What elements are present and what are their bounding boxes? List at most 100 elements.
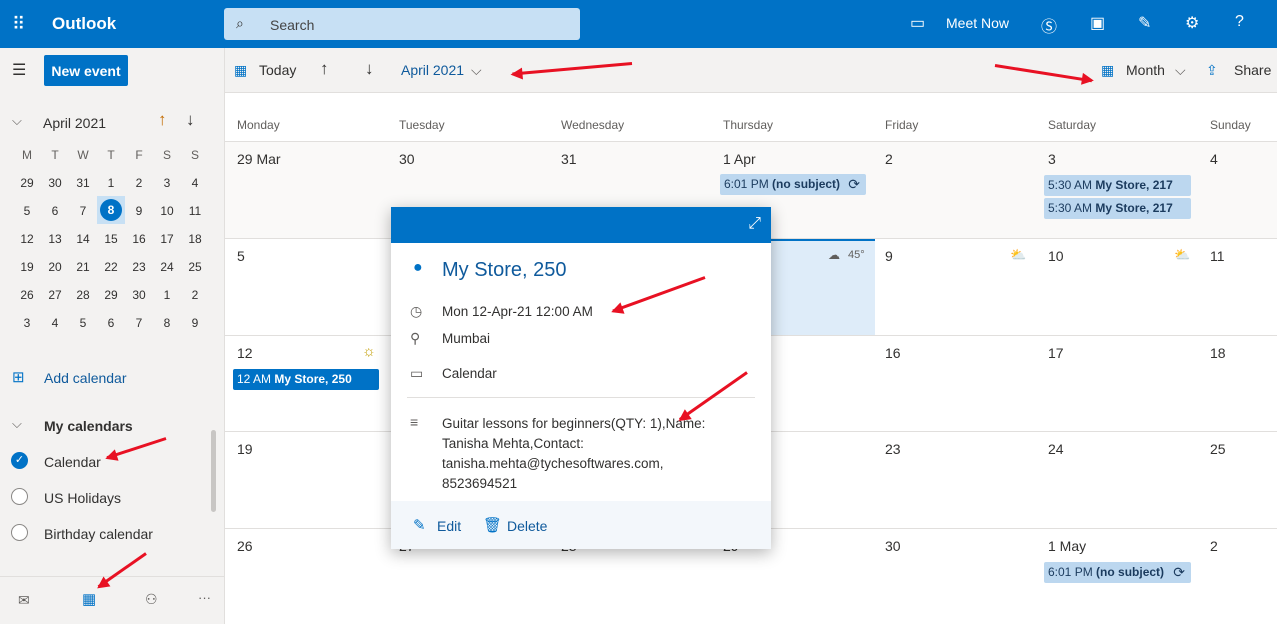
day-number[interactable]: 30 xyxy=(885,538,901,554)
calendar-module-icon[interactable]: ▦ xyxy=(82,590,96,608)
mail-icon[interactable]: ✉ xyxy=(18,592,30,609)
day-number[interactable]: 17 xyxy=(1048,345,1064,361)
today-button[interactable]: Today xyxy=(259,62,296,78)
day-number[interactable]: 31 xyxy=(561,151,577,167)
mini-day[interactable]: 11 xyxy=(181,204,209,218)
previous-icon[interactable]: ↑ xyxy=(320,59,329,79)
mini-day[interactable]: 23 xyxy=(125,260,153,274)
edit-button[interactable]: Edit xyxy=(437,518,461,534)
mini-day[interactable]: 13 xyxy=(41,232,69,246)
expand-icon[interactable]: ⤢ xyxy=(748,215,761,233)
mini-day[interactable]: 27 xyxy=(41,288,69,302)
mini-day[interactable]: 28 xyxy=(69,288,97,302)
share-button[interactable]: Share xyxy=(1234,62,1271,78)
day-number[interactable]: 30 xyxy=(399,151,415,167)
day-number[interactable]: 19 xyxy=(237,441,253,457)
people-icon[interactable]: ⚇ xyxy=(145,591,158,608)
calendar-checkbox[interactable]: ✓ xyxy=(11,452,28,469)
mini-day[interactable]: 9 xyxy=(181,316,209,330)
day-number[interactable]: 2 xyxy=(1210,538,1218,554)
calendar-event[interactable]: 6:01 PM (no subject) ⟳ xyxy=(720,174,866,195)
mini-day[interactable]: 3 xyxy=(153,176,181,190)
us-holidays-checkbox[interactable] xyxy=(11,488,28,505)
calendar-event[interactable]: 5:30 AM My Store, 217 xyxy=(1044,198,1191,219)
day-number[interactable]: 26 xyxy=(237,538,253,554)
mini-day[interactable]: 25 xyxy=(181,260,209,274)
mini-day[interactable]: 7 xyxy=(125,316,153,330)
chevron-down-icon[interactable]: ⌵ xyxy=(1175,62,1186,79)
mini-day[interactable]: 29 xyxy=(13,176,41,190)
day-number[interactable]: 23 xyxy=(885,441,901,457)
mini-day[interactable]: 20 xyxy=(41,260,69,274)
calendar-item-us-holidays[interactable]: US Holidays xyxy=(44,490,121,506)
mini-day[interactable]: 30 xyxy=(41,176,69,190)
delete-button[interactable]: Delete xyxy=(507,518,547,534)
mini-day[interactable]: 21 xyxy=(69,260,97,274)
skype-icon[interactable]: Ⓢ xyxy=(1041,13,1057,37)
mini-day[interactable]: 18 xyxy=(181,232,209,246)
my-day-icon[interactable]: ✎ xyxy=(1138,13,1151,33)
more-apps-icon[interactable]: ··· xyxy=(198,590,211,605)
calendar-event[interactable]: 5:30 AM My Store, 217 xyxy=(1044,175,1191,196)
mini-day[interactable]: 15 xyxy=(97,232,125,246)
day-number[interactable]: 24 xyxy=(1048,441,1064,457)
meet-now-button[interactable]: Meet Now xyxy=(946,15,1009,31)
mini-day[interactable]: 31 xyxy=(69,176,97,190)
help-icon[interactable]: ? xyxy=(1235,13,1244,31)
mini-day[interactable]: 14 xyxy=(69,232,97,246)
day-number[interactable]: 29 Mar xyxy=(237,151,281,167)
mini-day[interactable]: 30 xyxy=(125,288,153,302)
day-number[interactable]: 5 xyxy=(237,248,245,264)
mini-day[interactable]: 29 xyxy=(97,288,125,302)
mini-day[interactable]: 6 xyxy=(41,204,69,218)
day-number[interactable]: 16 xyxy=(885,345,901,361)
mini-day[interactable]: 16 xyxy=(125,232,153,246)
app-title[interactable]: Outlook xyxy=(52,14,116,34)
chevron-down-icon[interactable]: ⌵ xyxy=(471,62,482,79)
day-number[interactable]: 10 xyxy=(1048,248,1064,264)
new-event-button[interactable]: New event xyxy=(44,55,128,86)
office-icon[interactable]: ▣ xyxy=(1090,13,1105,33)
calendar-event[interactable]: 6:01 PM (no subject) ⟳ xyxy=(1044,562,1191,583)
mini-day[interactable]: 19 xyxy=(13,260,41,274)
previous-month-icon[interactable]: ↑ xyxy=(158,110,167,130)
video-icon[interactable]: ▭ xyxy=(910,13,925,33)
collapse-chevron-icon[interactable]: ⌵ xyxy=(12,113,22,129)
month-picker[interactable]: April 2021 xyxy=(401,62,464,78)
day-number[interactable]: 25 xyxy=(1210,441,1226,457)
settings-icon[interactable]: ⚙ xyxy=(1185,13,1199,33)
calendar-item-calendar[interactable]: Calendar xyxy=(44,454,101,470)
day-number[interactable]: 4 xyxy=(1210,151,1218,167)
mini-day[interactable]: 2 xyxy=(125,176,153,190)
mini-day[interactable]: 7 xyxy=(69,204,97,218)
mini-day[interactable]: 3 xyxy=(13,316,41,330)
next-icon[interactable]: ↓ xyxy=(365,59,374,79)
mini-day[interactable]: 5 xyxy=(13,204,41,218)
day-number[interactable]: 12 xyxy=(237,345,253,361)
left-pane-scrollbar[interactable] xyxy=(211,430,216,512)
mini-day[interactable]: 1 xyxy=(97,176,125,190)
app-launcher-icon[interactable]: ⠿ xyxy=(12,14,25,35)
next-month-icon[interactable]: ↓ xyxy=(186,110,195,130)
add-calendar-link[interactable]: Add calendar xyxy=(44,370,127,386)
mini-day[interactable]: 24 xyxy=(153,260,181,274)
my-calendars-chevron-icon[interactable]: ⌵ xyxy=(12,416,22,432)
mini-day[interactable]: 26 xyxy=(13,288,41,302)
mini-day[interactable]: 4 xyxy=(41,316,69,330)
day-number[interactable]: 2 xyxy=(885,151,893,167)
calendar-event[interactable]: 12 AM My Store, 250 xyxy=(233,369,379,390)
day-number[interactable]: 9 xyxy=(885,248,893,264)
mini-day[interactable]: 8 xyxy=(153,316,181,330)
mini-day[interactable]: 17 xyxy=(153,232,181,246)
mini-day[interactable]: 6 xyxy=(97,316,125,330)
view-selector[interactable]: Month xyxy=(1126,62,1165,78)
mini-day[interactable]: 12 xyxy=(13,232,41,246)
day-number[interactable]: 1 May xyxy=(1048,538,1086,554)
mini-day[interactable]: 10 xyxy=(153,204,181,218)
mini-day[interactable]: 5 xyxy=(69,316,97,330)
calendar-item-birthday[interactable]: Birthday calendar xyxy=(44,526,153,542)
mini-day[interactable]: 22 xyxy=(97,260,125,274)
search-input[interactable]: ⌕ Search xyxy=(224,8,580,40)
day-number[interactable]: 1 Apr xyxy=(723,151,756,167)
day-number[interactable]: 18 xyxy=(1210,345,1226,361)
